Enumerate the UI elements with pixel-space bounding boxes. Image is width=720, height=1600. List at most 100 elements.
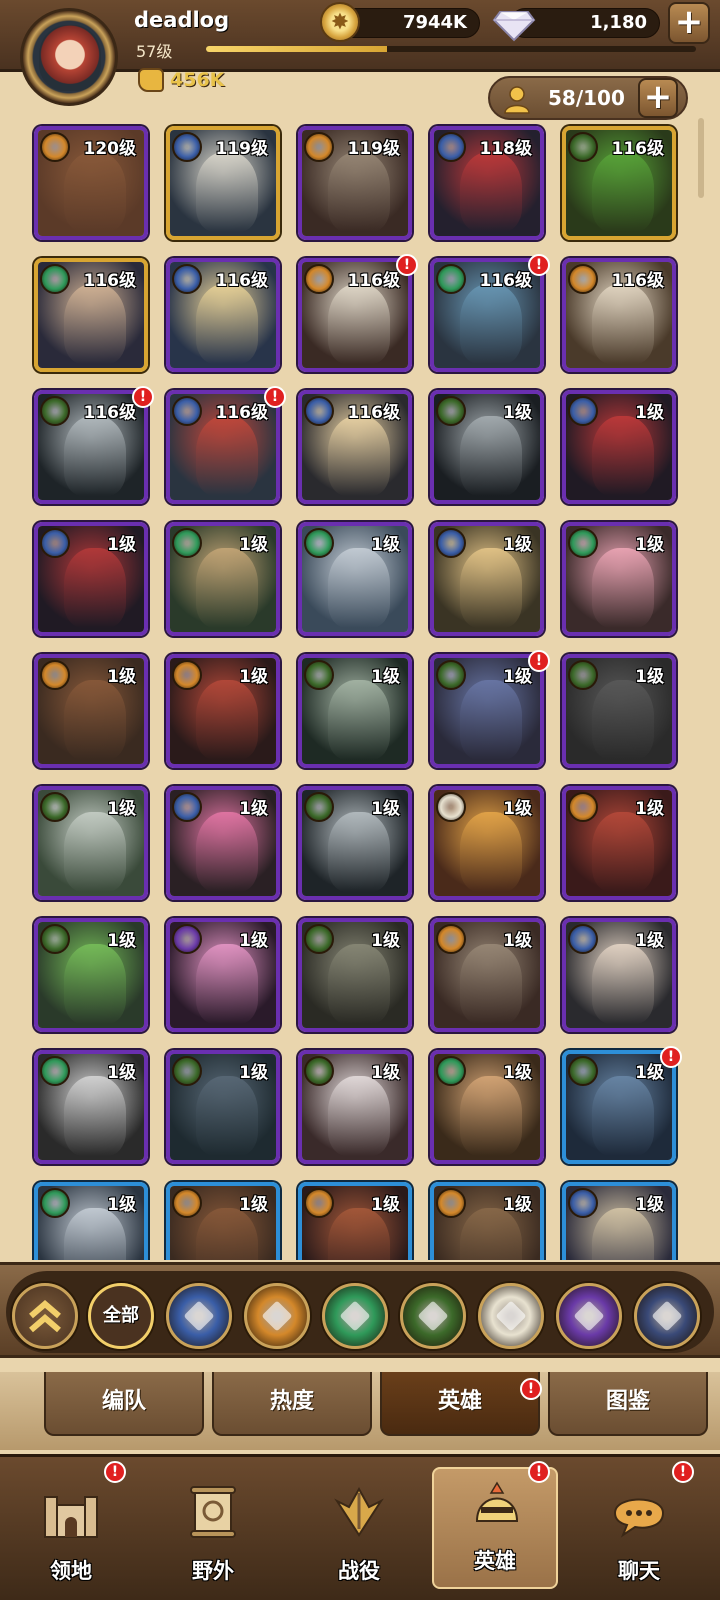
- hero-level: 1级: [635, 799, 664, 819]
- hero-card[interactable]: 1级: [562, 1050, 676, 1164]
- hero-level: 1级: [635, 667, 664, 687]
- hero-card[interactable]: 1级: [430, 522, 544, 636]
- nav-castle[interactable]: 领地: [8, 1475, 134, 1597]
- nav-helmet[interactable]: 英雄: [432, 1467, 558, 1589]
- hero-card[interactable]: 1级: [562, 1182, 676, 1260]
- hero-card[interactable]: 119级: [166, 126, 280, 240]
- hero-card[interactable]: 1级: [298, 1050, 412, 1164]
- exclamation-icon: !: [264, 386, 286, 408]
- hero-level: 1级: [239, 1063, 268, 1083]
- filter-mauler-button[interactable]: [244, 1283, 310, 1349]
- coin-icon: ✸: [320, 2, 360, 42]
- hero-card[interactable]: 116级: [298, 258, 412, 372]
- expand-roster-button[interactable]: +: [638, 78, 678, 118]
- hero-card[interactable]: 116级: [34, 390, 148, 504]
- lightbearer-faction-icon: [436, 528, 466, 558]
- mauler-faction-icon: [436, 924, 466, 954]
- hero-card[interactable]: 116级: [34, 258, 148, 372]
- nav-scroll-map[interactable]: 野外: [150, 1475, 276, 1597]
- hero-level: 116级: [83, 403, 137, 423]
- filter-graveborn-button[interactable]: [400, 1283, 466, 1349]
- hero-card[interactable]: 116级: [166, 390, 280, 504]
- graveborn-faction-icon: [40, 924, 70, 954]
- lightbearer-faction-icon: [568, 396, 598, 426]
- nav-chat-bubble[interactable]: 聊天: [576, 1475, 702, 1597]
- hero-card[interactable]: 1级: [166, 654, 280, 768]
- exclamation-icon: !: [528, 254, 550, 276]
- hero-silhouette: [592, 152, 654, 232]
- player-name: deadlog: [134, 8, 230, 32]
- hero-card[interactable]: 118级: [430, 126, 544, 240]
- hero-card[interactable]: 1级: [34, 1182, 148, 1260]
- hero-card[interactable]: 1级: [562, 786, 676, 900]
- hero-card[interactable]: 116级: [562, 258, 676, 372]
- hero-level: 1级: [107, 1195, 136, 1215]
- hero-card[interactable]: 1级: [430, 1182, 544, 1260]
- subtab-0[interactable]: 编队: [44, 1372, 204, 1436]
- hero-card[interactable]: 119级: [298, 126, 412, 240]
- nav-label: 领地: [50, 1559, 92, 1583]
- hero-card[interactable]: 1级: [166, 786, 280, 900]
- hero-silhouette: [196, 416, 258, 496]
- hero-card[interactable]: 1级: [298, 786, 412, 900]
- filter-hypogean-button[interactable]: [556, 1283, 622, 1349]
- hero-card[interactable]: 1级: [562, 654, 676, 768]
- subtab-1[interactable]: 热度: [212, 1372, 372, 1436]
- filter-all-button[interactable]: 全部: [88, 1283, 154, 1349]
- hero-level: 116级: [611, 139, 665, 159]
- filter-celestial-button[interactable]: [478, 1283, 544, 1349]
- hero-card[interactable]: 1级: [298, 654, 412, 768]
- hero-level: 1级: [371, 1063, 400, 1083]
- grid-scrollbar[interactable]: [698, 118, 704, 198]
- hero-card[interactable]: 1级: [430, 918, 544, 1032]
- hero-card[interactable]: 120级: [34, 126, 148, 240]
- hero-silhouette: [592, 1208, 654, 1260]
- hero-card[interactable]: 1级: [298, 918, 412, 1032]
- hero-card[interactable]: 1级: [34, 1050, 148, 1164]
- wilder-faction-icon: [568, 528, 598, 558]
- subtab-2[interactable]: 英雄: [380, 1372, 540, 1436]
- hero-card[interactable]: 1级: [430, 390, 544, 504]
- dimensional-faction-icon: [651, 1300, 683, 1332]
- hero-card[interactable]: 1级: [166, 1182, 280, 1260]
- hero-card[interactable]: 1级: [166, 1050, 280, 1164]
- hero-card[interactable]: 116级: [166, 258, 280, 372]
- graveborn-faction-icon: [304, 924, 334, 954]
- hero-card[interactable]: 1级: [34, 654, 148, 768]
- hero-card[interactable]: 1级: [166, 522, 280, 636]
- hero-card[interactable]: 1级: [430, 654, 544, 768]
- hypogean-faction-icon: [172, 924, 202, 954]
- hero-silhouette: [592, 1076, 654, 1156]
- wilder-faction-icon: [172, 528, 202, 558]
- subtab-3[interactable]: 图鉴: [548, 1372, 708, 1436]
- hero-card[interactable]: 1级: [562, 918, 676, 1032]
- hero-card[interactable]: 116级: [562, 126, 676, 240]
- filter-lightbearer-button[interactable]: [166, 1283, 232, 1349]
- hero-card[interactable]: 1级: [562, 522, 676, 636]
- hero-card[interactable]: 1级: [298, 522, 412, 636]
- hero-card[interactable]: 1级: [34, 786, 148, 900]
- hero-card[interactable]: 1级: [34, 918, 148, 1032]
- hero-card[interactable]: 1级: [562, 390, 676, 504]
- filter-dimensional-button[interactable]: [634, 1283, 700, 1349]
- wilder-faction-icon: [436, 264, 466, 294]
- nav-label: 野外: [192, 1559, 234, 1583]
- hero-card[interactable]: 1级: [166, 918, 280, 1032]
- hero-card[interactable]: 116级: [430, 258, 544, 372]
- hero-level: 1级: [635, 1195, 664, 1215]
- hero-card[interactable]: 1级: [430, 1050, 544, 1164]
- filter-wilder-button[interactable]: [322, 1283, 388, 1349]
- hero-silhouette: [196, 284, 258, 364]
- hero-card[interactable]: 1级: [298, 1182, 412, 1260]
- hero-card[interactable]: 1级: [430, 786, 544, 900]
- nav-label: 战役: [338, 1559, 380, 1583]
- add-diamonds-button[interactable]: +: [668, 2, 710, 44]
- collapse-button[interactable]: [12, 1283, 78, 1349]
- nav-crossed-swords[interactable]: 战役: [296, 1475, 422, 1597]
- hero-silhouette: [460, 1076, 522, 1156]
- mauler-faction-icon: [172, 1188, 202, 1218]
- hero-level: 1级: [503, 1063, 532, 1083]
- hero-card[interactable]: 116级: [298, 390, 412, 504]
- hero-card[interactable]: 1级: [34, 522, 148, 636]
- player-avatar[interactable]: [20, 8, 118, 106]
